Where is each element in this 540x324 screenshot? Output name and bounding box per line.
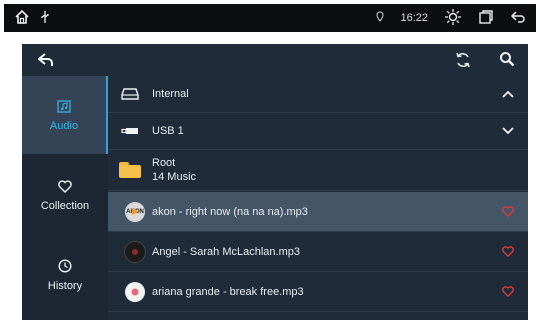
search-icon[interactable] xyxy=(498,50,518,70)
sidebar-item-collection[interactable]: Collection xyxy=(22,156,108,234)
source-usb[interactable]: USB 1 xyxy=(108,113,528,150)
track-title: akon - right now (na na na).mp3 xyxy=(152,205,308,218)
track-row[interactable]: ▶ AKON akon - right now (na na na).mp3 xyxy=(108,192,528,232)
favorite-icon[interactable] xyxy=(488,286,528,297)
music-app: Audio Collection History Internal USB 1 … xyxy=(22,44,528,320)
sidebar: Audio Collection History xyxy=(22,76,108,320)
favorite-icon[interactable] xyxy=(488,206,528,217)
source-label: Internal xyxy=(152,88,189,100)
sidebar-item-label: History xyxy=(47,280,83,292)
track-row[interactable]: Angel - Sarah McLachlan.mp3 xyxy=(108,232,528,272)
track-art-cell xyxy=(118,240,152,263)
source-internal[interactable]: Internal xyxy=(108,76,528,113)
clock-icon xyxy=(57,258,73,274)
folder-root[interactable]: Root 14 Music xyxy=(108,150,528,191)
source-label: USB 1 xyxy=(152,125,184,137)
recent-apps-icon[interactable] xyxy=(478,9,494,28)
brightness-icon[interactable] xyxy=(444,8,462,29)
folder-count: 14 Music xyxy=(152,171,197,183)
clock-time: 16:22 xyxy=(400,12,428,24)
heart-outline-icon xyxy=(57,178,73,194)
folder-icon xyxy=(108,162,152,178)
usb-icon xyxy=(108,126,152,136)
chevron-down-icon[interactable] xyxy=(488,127,528,135)
drive-icon xyxy=(108,88,152,100)
folder-name: Root xyxy=(152,157,176,169)
sidebar-item-audio[interactable]: Audio xyxy=(22,76,108,154)
app-toolbar xyxy=(22,44,528,76)
track-title: Angel - Sarah McLachlan.mp3 xyxy=(152,245,300,258)
back-icon[interactable] xyxy=(36,50,56,70)
now-playing-icon: ▶ xyxy=(132,206,139,216)
track-title: ariana grande - break free.mp3 xyxy=(152,285,304,298)
audio-folder-icon xyxy=(56,98,72,114)
back-system-icon[interactable] xyxy=(510,10,526,27)
usb-status-icon xyxy=(40,10,50,26)
refresh-icon[interactable] xyxy=(454,51,472,69)
sidebar-item-history[interactable]: History xyxy=(22,236,108,314)
album-art xyxy=(125,281,145,302)
file-browser: Internal USB 1 Root 14 Music ▶ AKON akon… xyxy=(108,76,528,320)
location-icon xyxy=(376,11,384,25)
home-icon[interactable] xyxy=(14,9,30,27)
album-art xyxy=(124,240,146,263)
sidebar-item-label: Audio xyxy=(49,120,79,132)
status-bar: 16:22 xyxy=(4,4,536,32)
track-row[interactable]: ariana grande - break free.mp3 xyxy=(108,272,528,312)
track-art-cell xyxy=(118,281,152,302)
sidebar-item-label: Collection xyxy=(40,200,90,212)
folder-info: Root 14 Music xyxy=(152,156,528,184)
favorite-icon[interactable] xyxy=(488,246,528,257)
chevron-up-icon[interactable] xyxy=(488,90,528,98)
